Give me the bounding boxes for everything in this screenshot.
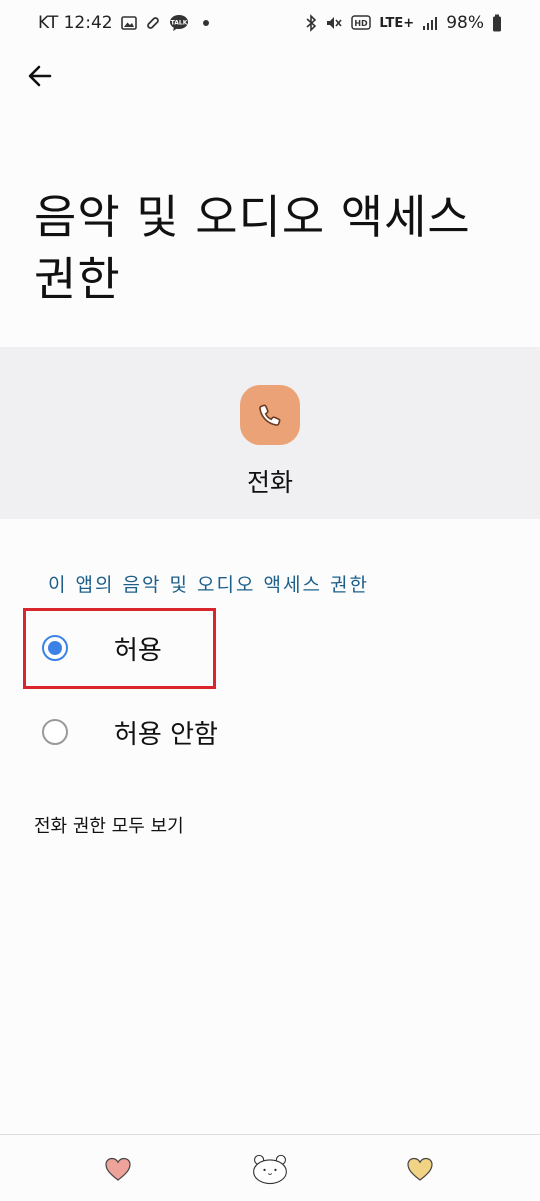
bear-icon [253, 1154, 287, 1185]
view-all-permissions-link[interactable]: 전화 권한 모두 보기 [34, 812, 184, 838]
bluetooth-icon [305, 14, 317, 32]
nav-home-button[interactable] [250, 1149, 290, 1189]
lte-icon: LTE+ [379, 15, 415, 31]
nav-right-button[interactable] [400, 1149, 440, 1189]
gallery-icon [120, 15, 137, 31]
option-deny-label: 허용 안함 [114, 719, 218, 750]
svg-text:TALK: TALK [170, 20, 187, 27]
battery-percent: 98% [446, 13, 484, 33]
dot-icon [202, 20, 209, 26]
back-button[interactable] [20, 56, 60, 96]
option-allow[interactable]: 허용 [0, 616, 540, 680]
navigation-bar [0, 1134, 540, 1201]
app-name: 전화 [246, 468, 293, 497]
page-title: 음악 및 오디오 액세스 권한 [34, 190, 471, 306]
option-allow-label: 허용 [114, 635, 162, 666]
status-bar: KT 12:42 TALK HD LTE+ 98% [0, 0, 540, 46]
nav-left-button[interactable] [98, 1149, 138, 1189]
radio-allow[interactable] [42, 635, 68, 661]
heart-icon [407, 1157, 433, 1181]
signal-icon [422, 15, 438, 31]
svg-text:HD: HD [355, 19, 369, 28]
phone-icon [240, 385, 300, 445]
app-header: 전화 [0, 347, 540, 519]
talk-icon: TALK [169, 14, 189, 32]
link-icon [145, 15, 161, 31]
arrow-left-icon [28, 65, 52, 87]
heart-icon [105, 1157, 131, 1181]
mute-icon [325, 14, 343, 32]
carrier-time: KT 12:42 [38, 13, 113, 33]
option-deny[interactable]: 허용 안함 [0, 700, 540, 764]
radio-deny[interactable] [42, 719, 68, 745]
section-label: 이 앱의 음악 및 오디오 액세스 권한 [48, 574, 369, 596]
hd-icon: HD [351, 15, 372, 31]
status-right: HD LTE+ 98% [305, 13, 502, 33]
battery-icon [492, 14, 502, 32]
status-left: KT 12:42 TALK [38, 13, 209, 33]
